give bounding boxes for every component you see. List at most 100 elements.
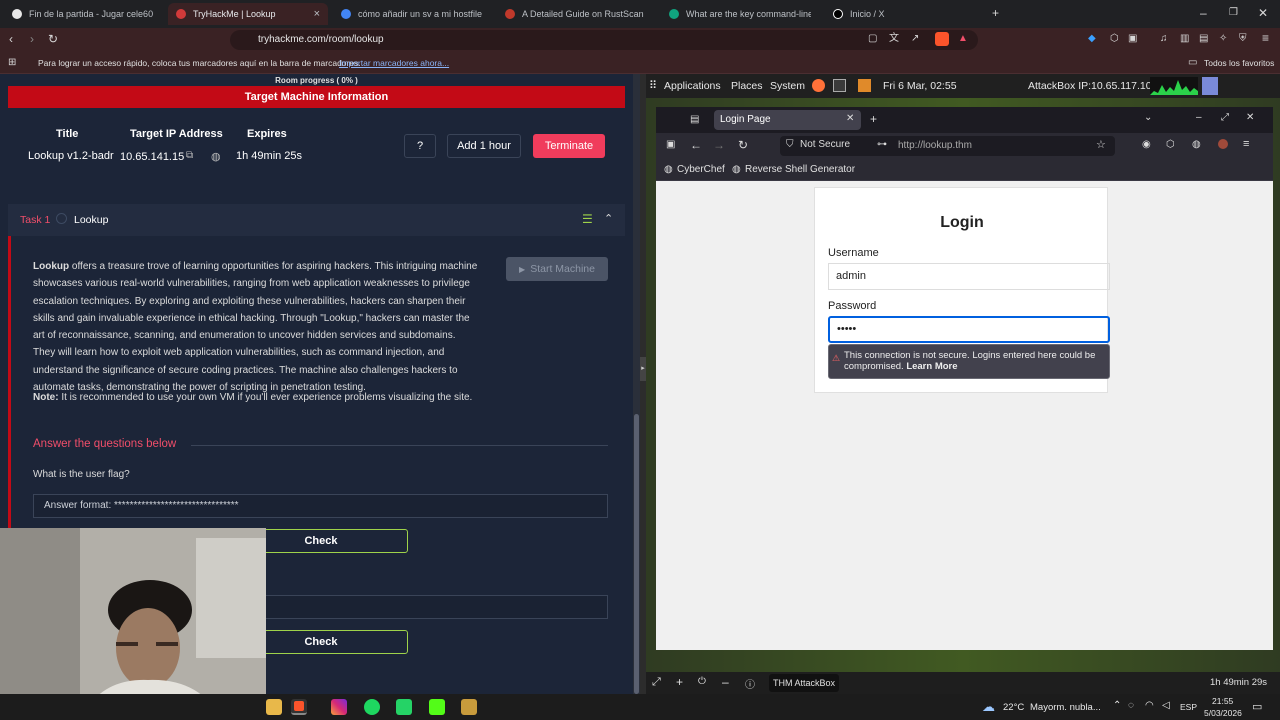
clock-time[interactable]: 21:55 <box>1212 696 1233 706</box>
ff-sidebar-icon[interactable]: ▣ <box>666 139 675 150</box>
workspace-switcher[interactable] <box>1202 77 1218 95</box>
wifi-icon[interactable]: ◠ <box>1145 700 1154 711</box>
tab-login-page[interactable]: Login Page ✕ <box>714 110 861 130</box>
language-indicator[interactable]: ESP <box>1180 702 1197 712</box>
forward-icon[interactable]: › <box>30 32 34 46</box>
key-icon[interactable]: ⊶ <box>877 139 887 150</box>
tray-app-icon[interactable]: ◌ <box>1128 700 1134 711</box>
bookmark-reverse-shell[interactable]: Reverse Shell Generator <box>745 164 855 175</box>
power-icon[interactable]: ⏻ <box>698 676 706 687</box>
minimize-icon[interactable]: – <box>1200 6 1207 20</box>
ff-extensions-icon[interactable]: ⬡ <box>1166 139 1175 150</box>
wappalyzer-icon[interactable] <box>1218 139 1228 149</box>
sidebar-icon[interactable]: ▥ <box>1180 32 1189 46</box>
ff-maximize-icon[interactable]: ⤢ <box>1221 112 1229 123</box>
volume-icon[interactable]: ◁ <box>1162 700 1170 711</box>
file-explorer-icon[interactable] <box>266 699 282 715</box>
vpn-icon[interactable]: ⛨ <box>1239 32 1247 46</box>
terminal-launcher-icon[interactable] <box>833 79 846 92</box>
apps-grid-icon[interactable]: ⠿ <box>649 79 657 92</box>
leo-icon[interactable]: ◆ <box>1088 32 1096 46</box>
copy-ip-icon[interactable]: ⧉ <box>186 150 193 161</box>
new-tab-icon[interactable]: + <box>992 6 999 20</box>
start-machine-button[interactable]: ▶ Start Machine <box>506 257 608 281</box>
globe-icon[interactable]: ◍ <box>211 150 221 163</box>
tab-lichess[interactable]: Fin de la partida - Jugar cele60 - liche <box>4 3 162 25</box>
help-button[interactable]: ? <box>404 134 436 158</box>
import-bookmarks-link[interactable]: Importar marcadores ahora... <box>339 58 449 68</box>
all-bookmarks[interactable]: Todos los favoritos <box>1204 58 1274 68</box>
task-header[interactable]: Task 1 Lookup ☰ ⌃ <box>8 204 625 236</box>
whatsapp-icon[interactable] <box>396 699 412 715</box>
close-tab-icon[interactable]: ✕ <box>846 113 854 124</box>
terminate-button[interactable]: Terminate <box>533 134 605 158</box>
learn-more-link[interactable]: Learn More <box>906 361 957 372</box>
translate-icon[interactable]: 文 <box>889 32 899 46</box>
menu-system[interactable]: System <box>770 80 805 92</box>
fullscreen-icon[interactable]: ⤢ <box>652 676 661 689</box>
not-secure-label[interactable]: Not Secure <box>800 139 850 150</box>
reload-icon[interactable]: ↻ <box>48 32 58 46</box>
list-tabs-icon[interactable]: ⌄ <box>1144 112 1152 123</box>
tab-chatgpt[interactable]: What are the key command-line optio <box>661 3 819 25</box>
copy-icon[interactable]: ▢ <box>868 32 877 46</box>
ff-menu-icon[interactable]: ≡ <box>1243 138 1249 150</box>
menu-places[interactable]: Places <box>731 80 763 92</box>
task-list-icon[interactable]: ☰ <box>582 212 593 226</box>
ff-url-field[interactable]: ⛉ Not Secure ⊶ http://lookup.thm ☆ <box>780 136 1115 156</box>
clock-date[interactable]: 5/03/2026 <box>1204 708 1242 718</box>
restore-icon[interactable]: ❐ <box>1229 6 1238 20</box>
ff-back-icon[interactable]: ← <box>690 138 702 152</box>
tab-google-search[interactable]: cómo añadir un sv a mi hostfile linux <box>333 3 491 25</box>
kick-icon[interactable] <box>429 699 445 715</box>
ff-close-icon[interactable]: ✕ <box>1246 112 1254 123</box>
tab-rustscan-guide[interactable]: A Detailed Guide on RustScan <box>497 3 655 25</box>
collapse-icon[interactable]: ⌃ <box>604 212 613 225</box>
menu-applications[interactable]: Applications <box>664 80 721 92</box>
tray-chevron-icon[interactable]: ⌃ <box>1113 700 1121 711</box>
star-icon[interactable]: ☆ <box>1096 138 1106 151</box>
add-hour-button[interactable]: Add 1 hour <box>447 134 521 158</box>
brave-taskbar-icon[interactable] <box>291 699 307 715</box>
thm-attackbox-label[interactable]: THM AttackBox <box>769 674 839 692</box>
password-input[interactable]: ••••• <box>828 316 1110 343</box>
shield-icon[interactable]: ⛉ <box>786 139 794 150</box>
scroll-thumb[interactable] <box>634 414 639 694</box>
tab-x[interactable]: Inicio / X <box>825 3 983 25</box>
burp-launcher-icon[interactable] <box>858 79 871 92</box>
screenshot-icon[interactable]: ▣ <box>1128 32 1137 46</box>
minus-icon[interactable]: – <box>722 675 729 689</box>
apps-grid-icon[interactable]: ⊞ <box>8 56 16 70</box>
league-client-icon[interactable] <box>461 699 477 715</box>
info-icon[interactable]: ⓘ <box>745 676 755 691</box>
room-scrollbar[interactable] <box>633 74 640 694</box>
brave-rewards-icon[interactable]: ▲ <box>958 32 968 46</box>
username-input[interactable]: admin <box>828 263 1110 290</box>
account-icon[interactable]: ◉ <box>1142 139 1151 150</box>
answer-1-input[interactable]: Answer format: *************************… <box>33 494 608 518</box>
ff-forward-icon[interactable]: → <box>713 138 725 152</box>
tab-overview-icon[interactable]: ▤ <box>690 114 699 125</box>
instagram-icon[interactable] <box>331 699 347 715</box>
close-tab-icon[interactable]: × <box>314 8 320 20</box>
brave-shields-icon[interactable] <box>935 32 949 46</box>
wallet-icon[interactable]: ▤ <box>1199 32 1208 46</box>
firefox-launcher-icon[interactable] <box>812 79 825 92</box>
ff-reload-icon[interactable]: ↻ <box>738 138 748 152</box>
ff-minimize-icon[interactable]: – <box>1196 112 1202 123</box>
bookmark-cyberchef[interactable]: CyberChef <box>677 164 725 175</box>
back-icon[interactable]: ‹ <box>9 32 13 46</box>
close-window-icon[interactable]: ✕ <box>1258 6 1268 20</box>
foxyproxy-icon[interactable]: ◍ <box>1192 139 1201 150</box>
url-field[interactable]: tryhackme.com/room/lookup <box>230 30 978 50</box>
spotify-icon[interactable] <box>364 699 380 715</box>
new-tab-icon[interactable]: + <box>870 112 877 126</box>
menu-icon[interactable]: ≡ <box>1262 31 1269 45</box>
temperature[interactable]: 22°C <box>1003 702 1024 713</box>
tab-tryhackme[interactable]: TryHackMe | Lookup × <box>168 3 328 25</box>
extensions-icon[interactable]: ⬡ <box>1110 32 1119 46</box>
weather-text[interactable]: Mayorm. nubla... <box>1030 702 1101 713</box>
media-icon[interactable]: ♫ <box>1160 32 1168 46</box>
add-icon[interactable]: + <box>676 675 683 689</box>
share-icon[interactable]: ↗ <box>911 32 919 46</box>
